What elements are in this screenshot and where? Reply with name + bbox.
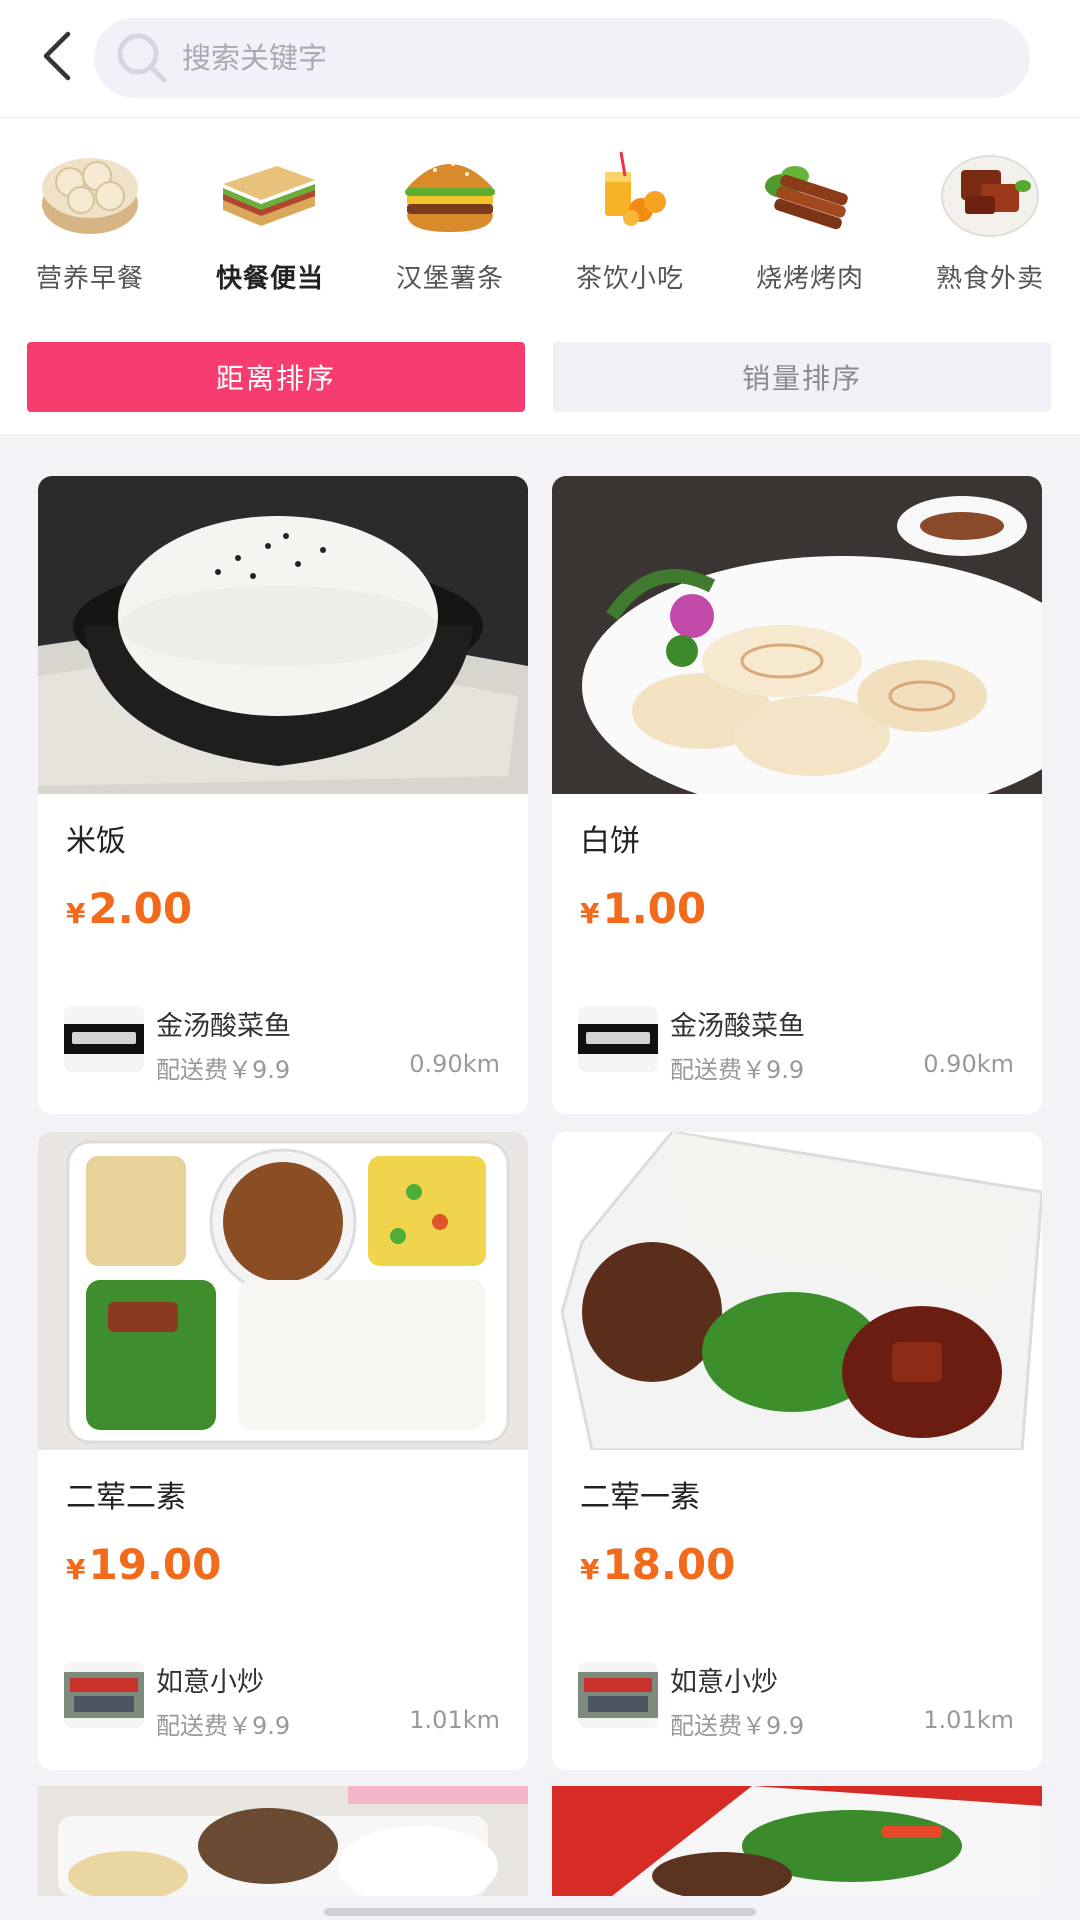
delivery-fee: 配送费￥9.9 (156, 1712, 291, 1740)
product-name: 白饼 (580, 824, 640, 859)
product-price: ¥ 19.00 (66, 1540, 221, 1589)
back-button[interactable] (28, 26, 88, 86)
currency-symbol: ¥ (580, 1553, 600, 1586)
shop-avatar (64, 1662, 144, 1728)
distance: 1.01km (409, 1706, 500, 1734)
shop-avatar (578, 1006, 658, 1072)
category-breakfast[interactable]: 营养早餐 (0, 118, 180, 314)
dim-sum-icon (35, 136, 145, 246)
distance: 1.01km (923, 1706, 1014, 1734)
category-label: 烧烤烤肉 (755, 264, 864, 294)
category-label: 汉堡薯条 (395, 264, 504, 294)
distance: 0.90km (923, 1050, 1014, 1078)
skewer-icon (755, 136, 865, 246)
product-name: 二荤一素 (580, 1480, 700, 1515)
price-value: 1.00 (602, 884, 707, 933)
sort-by-sales-button[interactable]: 销量排序 (553, 342, 1051, 412)
category-deli[interactable]: 熟食外卖 (900, 118, 1080, 314)
delivery-fee: 配送费￥9.9 (670, 1712, 805, 1740)
price-value: 19.00 (88, 1540, 222, 1589)
shop-avatar (64, 1006, 144, 1072)
search-icon (112, 28, 172, 88)
product-card[interactable]: 米饭 ¥ 2.00 金汤酸菜鱼 配送费￥9.9 0.90km (38, 476, 528, 1114)
category-bar: 营养早餐 快餐便当 汉堡薯条 茶饮小吃 烧烤烤肉 熟食外卖 (0, 118, 1080, 314)
category-drinks[interactable]: 茶饮小吃 (540, 118, 720, 314)
product-card[interactable]: 白饼 ¥ 1.00 金汤酸菜鱼 配送费￥9.9 0.90km (552, 476, 1042, 1114)
product-price: ¥ 18.00 (580, 1540, 735, 1589)
search-bar[interactable] (94, 18, 1030, 98)
price-value: 18.00 (602, 1540, 736, 1589)
category-label: 营养早餐 (35, 264, 144, 294)
sort-by-distance-button[interactable]: 距离排序 (27, 342, 525, 412)
product-card[interactable] (38, 1786, 528, 1896)
shop-name: 如意小炒 (156, 1667, 264, 1698)
currency-symbol: ¥ (66, 1553, 86, 1586)
product-name: 二荤二素 (66, 1480, 186, 1515)
sandwich-icon (215, 136, 325, 246)
product-image (38, 476, 528, 794)
page: 营养早餐 快餐便当 (0, 0, 1080, 1920)
delivery-fee: 配送费￥9.9 (156, 1056, 291, 1084)
price-value: 2.00 (88, 884, 193, 933)
product-image (38, 1132, 528, 1450)
header (0, 0, 1080, 118)
product-grid: 米饭 ¥ 2.00 金汤酸菜鱼 配送费￥9.9 0.90km 白饼 ¥ 1.00… (0, 434, 1080, 1920)
shop-name: 如意小炒 (670, 1667, 778, 1698)
category-label: 快餐便当 (215, 264, 324, 294)
distance: 0.90km (409, 1050, 500, 1078)
braised-meat-icon (935, 136, 1045, 246)
shop-name: 金汤酸菜鱼 (670, 1011, 805, 1042)
burger-icon (395, 136, 505, 246)
category-bbq[interactable]: 烧烤烤肉 (720, 118, 900, 314)
currency-symbol: ¥ (580, 897, 600, 930)
home-indicator (324, 1908, 756, 1916)
product-name: 米饭 (66, 824, 126, 859)
product-card[interactable] (552, 1786, 1042, 1896)
product-card[interactable]: 二荤二素 ¥ 19.00 如意小炒 配送费￥9.9 1.01km (38, 1132, 528, 1770)
product-price: ¥ 1.00 (580, 884, 706, 933)
category-burger[interactable]: 汉堡薯条 (360, 118, 540, 314)
delivery-fee: 配送费￥9.9 (670, 1056, 805, 1084)
category-label: 熟食外卖 (935, 264, 1044, 294)
currency-symbol: ¥ (66, 897, 86, 930)
search-input[interactable] (182, 41, 962, 75)
product-image (552, 476, 1042, 794)
product-card[interactable]: 二荤一素 ¥ 18.00 如意小炒 配送费￥9.9 1.01km (552, 1132, 1042, 1770)
product-image (38, 1786, 528, 1896)
chevron-left-icon (43, 31, 71, 81)
juice-icon (575, 136, 685, 246)
product-image (552, 1786, 1042, 1896)
category-fastfood[interactable]: 快餐便当 (180, 118, 360, 314)
shop-name: 金汤酸菜鱼 (156, 1011, 291, 1042)
shop-avatar (578, 1662, 658, 1728)
category-label: 茶饮小吃 (575, 264, 684, 294)
product-price: ¥ 2.00 (66, 884, 192, 933)
product-image (552, 1132, 1042, 1450)
sort-bar: 距离排序 销量排序 (0, 314, 1080, 434)
